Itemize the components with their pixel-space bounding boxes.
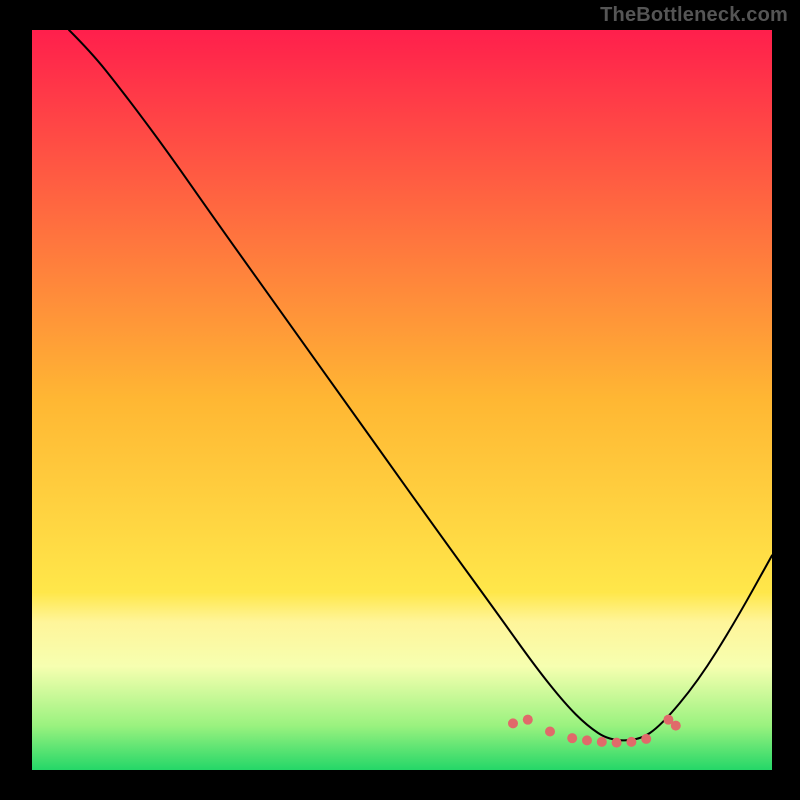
marker-dot xyxy=(523,715,533,725)
plot-area xyxy=(32,30,772,770)
marker-dot xyxy=(508,718,518,728)
marker-dot xyxy=(582,735,592,745)
marker-dot xyxy=(545,727,555,737)
bottleneck-chart xyxy=(32,30,772,770)
marker-dot xyxy=(567,733,577,743)
marker-dot xyxy=(612,738,622,748)
marker-dot xyxy=(626,737,636,747)
gradient-background xyxy=(32,30,772,770)
marker-dot xyxy=(671,721,681,731)
marker-dot xyxy=(641,734,651,744)
watermark-text: TheBottleneck.com xyxy=(600,4,788,27)
chart-frame: TheBottleneck.com xyxy=(0,0,800,800)
marker-dot xyxy=(597,737,607,747)
